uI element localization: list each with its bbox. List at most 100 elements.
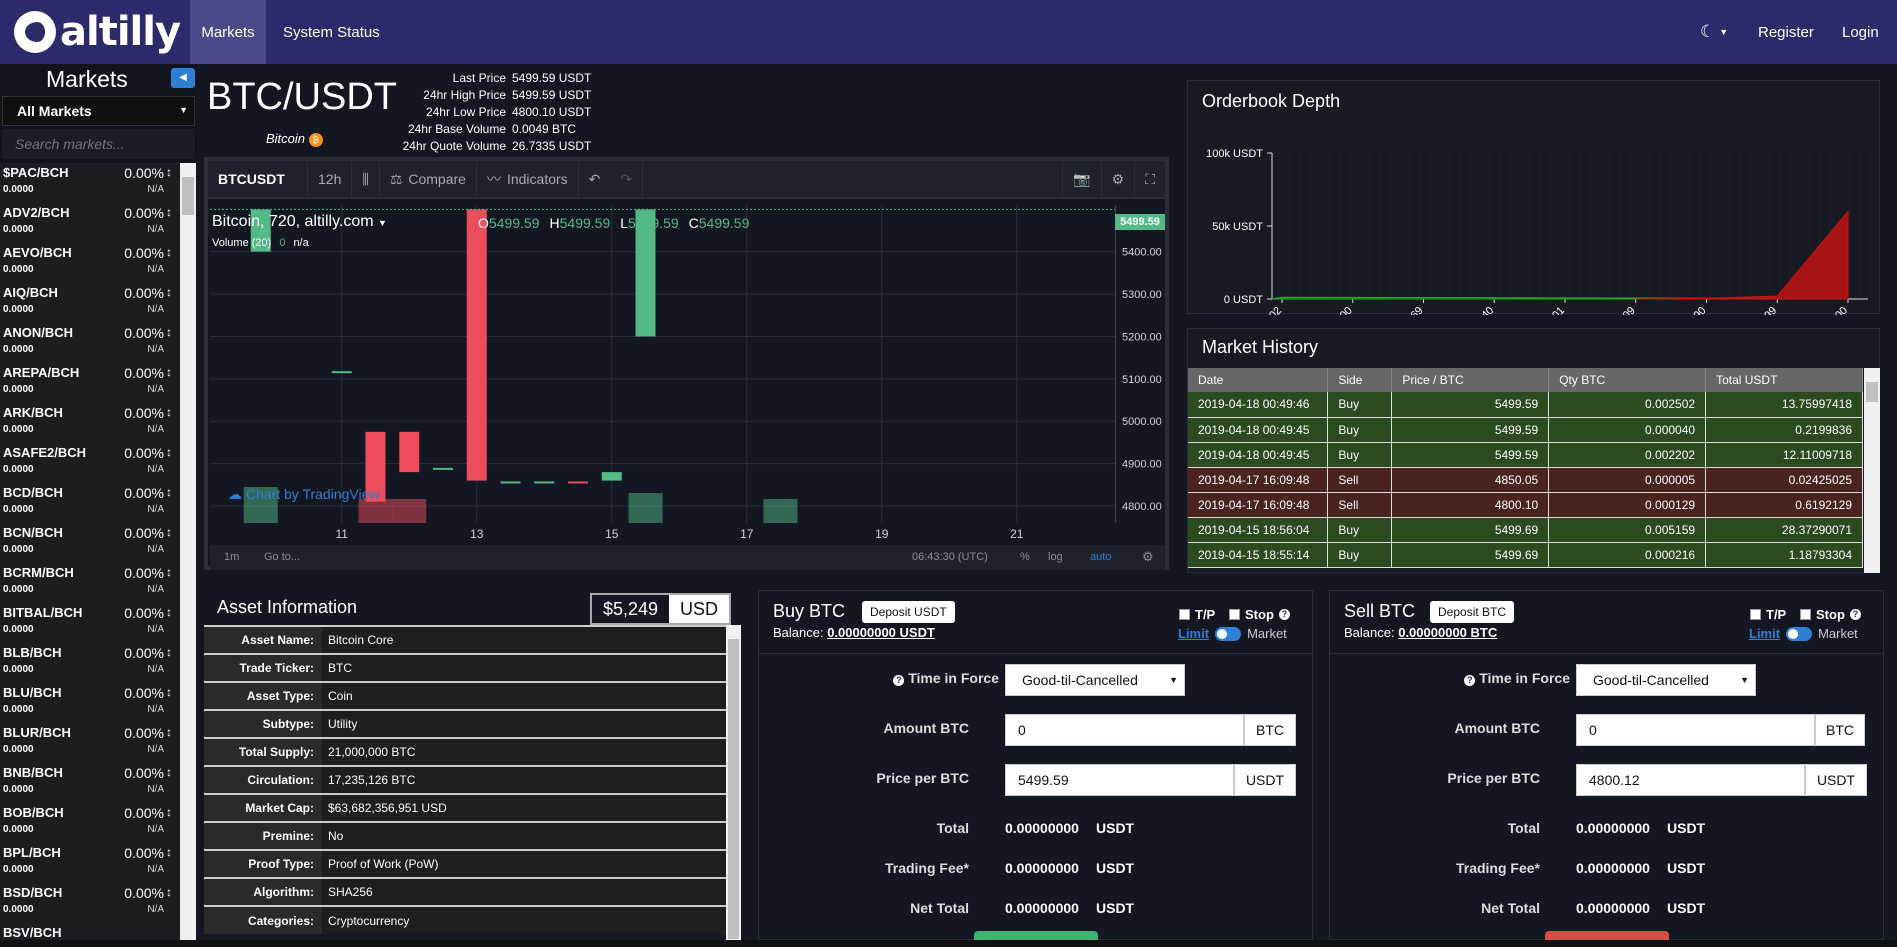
- indicators-button[interactable]: 〰 Indicators: [477, 160, 579, 198]
- history-date: 2019-04-18 00:49:45: [1188, 417, 1329, 443]
- candle: [331, 371, 352, 374]
- sell-amount-input[interactable]: 0: [1576, 714, 1815, 746]
- percent-toggle[interactable]: %: [1020, 551, 1030, 563]
- buy-amount-input[interactable]: 0: [1005, 714, 1244, 746]
- log-toggle[interactable]: log: [1048, 551, 1063, 563]
- history-row: 2019-04-15 18:56:04 Buy 5499.69 0.005159…: [1188, 517, 1863, 543]
- scrollbar-thumb[interactable]: [182, 177, 194, 215]
- asset-info-key: Proof Type:: [204, 849, 322, 878]
- sell-tif-select[interactable]: Good-til-Cancelled ▼: [1576, 664, 1756, 696]
- market-list-item[interactable]: BPL/BCH 0.0000 0.00% ↕ N/A: [0, 843, 180, 883]
- chart-symbol[interactable]: BTCUSDT: [208, 160, 308, 198]
- market-list-scrollbar[interactable]: [180, 163, 196, 947]
- tradingview-chart[interactable]: BTCUSDT 12h ⫼ ⚖ Compare 〰 Indicators ↶ ↷ 📷…: [204, 157, 1169, 570]
- history-scrollbar[interactable]: [1864, 368, 1880, 573]
- theme-toggle[interactable]: ☾ ▼: [1700, 0, 1728, 64]
- market-list-item[interactable]: BSD/BCH 0.0000 0.00% ↕ N/A: [0, 883, 180, 923]
- nav-system-status-link[interactable]: System Status: [283, 0, 380, 64]
- market-label[interactable]: Market: [1247, 626, 1287, 641]
- range-1m-button[interactable]: 1m: [224, 551, 239, 563]
- market-list-item[interactable]: $PAC/BCH 0.0000 0.00% ↕ N/A: [0, 163, 180, 203]
- sidebar-collapse-button[interactable]: ◀: [171, 68, 195, 88]
- checkbox-box[interactable]: [1229, 609, 1240, 620]
- history-column-header[interactable]: Price / BTC: [1391, 368, 1550, 392]
- toggle-switch[interactable]: [1786, 626, 1813, 641]
- tradingview-watermark[interactable]: ☁ Chart by TradingView: [228, 486, 379, 503]
- compare-button[interactable]: ⚖ Compare: [380, 160, 477, 198]
- help-icon[interactable]: ?: [893, 675, 905, 686]
- chart-interval[interactable]: 12h: [308, 160, 353, 198]
- limit-label[interactable]: Limit: [1178, 626, 1209, 641]
- redo-icon[interactable]: ↷: [610, 160, 644, 198]
- sell-tp-checkbox[interactable]: T/P: [1750, 607, 1786, 622]
- scrollbar-thumb[interactable]: [728, 639, 739, 939]
- buy-tif-select[interactable]: Good-til-Cancelled ▼: [1005, 664, 1185, 696]
- logo[interactable]: altilly: [14, 9, 181, 55]
- balance-value[interactable]: 0.00000000 BTC: [1398, 625, 1497, 640]
- market-list-item[interactable]: BITBAL/BCH 0.0000 0.00% ↕ N/A: [0, 603, 180, 643]
- tif-label-text: Time in Force: [1479, 670, 1570, 686]
- sell-balance: Balance: 0.00000000 BTC: [1344, 625, 1497, 640]
- nav-markets-link[interactable]: Markets: [190, 0, 266, 64]
- scrollbar-thumb[interactable]: [1866, 382, 1878, 402]
- depth-chart[interactable]: 100k USDT 50k USDT 0 USDT8.02 1030.00 3520.6…: [1188, 121, 1881, 315]
- history-column-header[interactable]: Date: [1188, 368, 1329, 392]
- market-list-item[interactable]: BLB/BCH 0.0000 0.00% ↕ N/A: [0, 643, 180, 683]
- market-list-item[interactable]: ADV2/BCH 0.0000 0.00% ↕ N/A: [0, 203, 180, 243]
- sell-stop-checkbox[interactable]: Stop?: [1800, 607, 1861, 622]
- market-list-item[interactable]: BLU/BCH 0.0000 0.00% ↕ N/A: [0, 683, 180, 723]
- market-label[interactable]: Market: [1818, 626, 1858, 641]
- market-list-item[interactable]: AEVO/BCH 0.0000 0.00% ↕ N/A: [0, 243, 180, 283]
- login-link[interactable]: Login: [1842, 0, 1879, 64]
- market-list-item[interactable]: BLUR/BCH 0.0000 0.00% ↕ N/A: [0, 723, 180, 763]
- market-list-item[interactable]: AREPA/BCH 0.0000 0.00% ↕ N/A: [0, 363, 180, 403]
- asset-info-scrollbar[interactable]: [726, 625, 741, 940]
- limit-label[interactable]: Limit: [1749, 626, 1780, 641]
- market-list-item[interactable]: BCD/BCH 0.0000 0.00% ↕ N/A: [0, 483, 180, 523]
- history-column-header[interactable]: Total USDT: [1705, 368, 1863, 392]
- market-search-input[interactable]: [2, 129, 195, 159]
- help-icon[interactable]: ?: [1464, 675, 1476, 686]
- buy-tp-checkbox[interactable]: T/P: [1179, 607, 1215, 622]
- market-list-item[interactable]: AIQ/BCH 0.0000 0.00% ↕ N/A: [0, 283, 180, 323]
- sort-arrows-icon: ↕: [166, 485, 172, 499]
- sell-price-input[interactable]: 4800.12: [1576, 764, 1805, 796]
- market-list-item[interactable]: BNB/BCH 0.0000 0.00% ↕ N/A: [0, 763, 180, 803]
- market-list-item[interactable]: BSV/BCH: [0, 923, 180, 940]
- buy-deposit-button[interactable]: Deposit USDT: [862, 601, 955, 623]
- balance-value[interactable]: 0.00000000 USDT: [827, 625, 935, 640]
- goto-button[interactable]: Go to...: [264, 551, 300, 563]
- market-list-item[interactable]: BOB/BCH 0.0000 0.00% ↕ N/A: [0, 803, 180, 843]
- chart-settings-icon[interactable]: ⚙: [1142, 549, 1154, 565]
- sell-order-type-toggle[interactable]: Limit Market: [1749, 626, 1858, 641]
- buy-price-input[interactable]: 5499.59: [1005, 764, 1234, 796]
- auto-toggle[interactable]: auto: [1090, 551, 1111, 563]
- market-change: 0.00%: [124, 645, 164, 661]
- toggle-switch[interactable]: [1215, 626, 1242, 641]
- checkbox-box[interactable]: [1750, 609, 1761, 620]
- market-filter-select[interactable]: All Markets ▼: [2, 96, 195, 126]
- camera-icon[interactable]: 📷: [1062, 160, 1102, 198]
- help-icon[interactable]: ?: [1278, 609, 1290, 620]
- checkbox-box[interactable]: [1800, 609, 1811, 620]
- market-list-item[interactable]: ASAFE2/BCH 0.0000 0.00% ↕ N/A: [0, 443, 180, 483]
- market-change: 0.00%: [124, 605, 164, 621]
- settings-gear-icon[interactable]: ⚙: [1102, 160, 1136, 198]
- history-column-header[interactable]: Qty BTC: [1548, 368, 1707, 392]
- buy-order-type-toggle[interactable]: Limit Market: [1178, 626, 1287, 641]
- undo-icon[interactable]: ↶: [579, 160, 611, 198]
- sell-deposit-button[interactable]: Deposit BTC: [1430, 601, 1515, 623]
- help-icon[interactable]: ?: [1849, 609, 1861, 620]
- candle-style-icon[interactable]: ⫼: [352, 160, 380, 198]
- market-list-item[interactable]: BCRM/BCH 0.0000 0.00% ↕ N/A: [0, 563, 180, 603]
- checkbox-box[interactable]: [1179, 609, 1190, 620]
- history-column-header[interactable]: Side: [1327, 368, 1393, 392]
- market-list-item[interactable]: ANON/BCH 0.0000 0.00% ↕ N/A: [0, 323, 180, 363]
- candlestick-plot[interactable]: [210, 205, 1115, 523]
- time-tick-label: 17: [740, 527, 754, 541]
- market-list-item[interactable]: BCN/BCH 0.0000 0.00% ↕ N/A: [0, 523, 180, 563]
- register-link[interactable]: Register: [1758, 0, 1814, 64]
- buy-stop-checkbox[interactable]: Stop?: [1229, 607, 1290, 622]
- market-list-item[interactable]: ARK/BCH 0.0000 0.00% ↕ N/A: [0, 403, 180, 443]
- fullscreen-icon[interactable]: ⛶: [1135, 160, 1165, 198]
